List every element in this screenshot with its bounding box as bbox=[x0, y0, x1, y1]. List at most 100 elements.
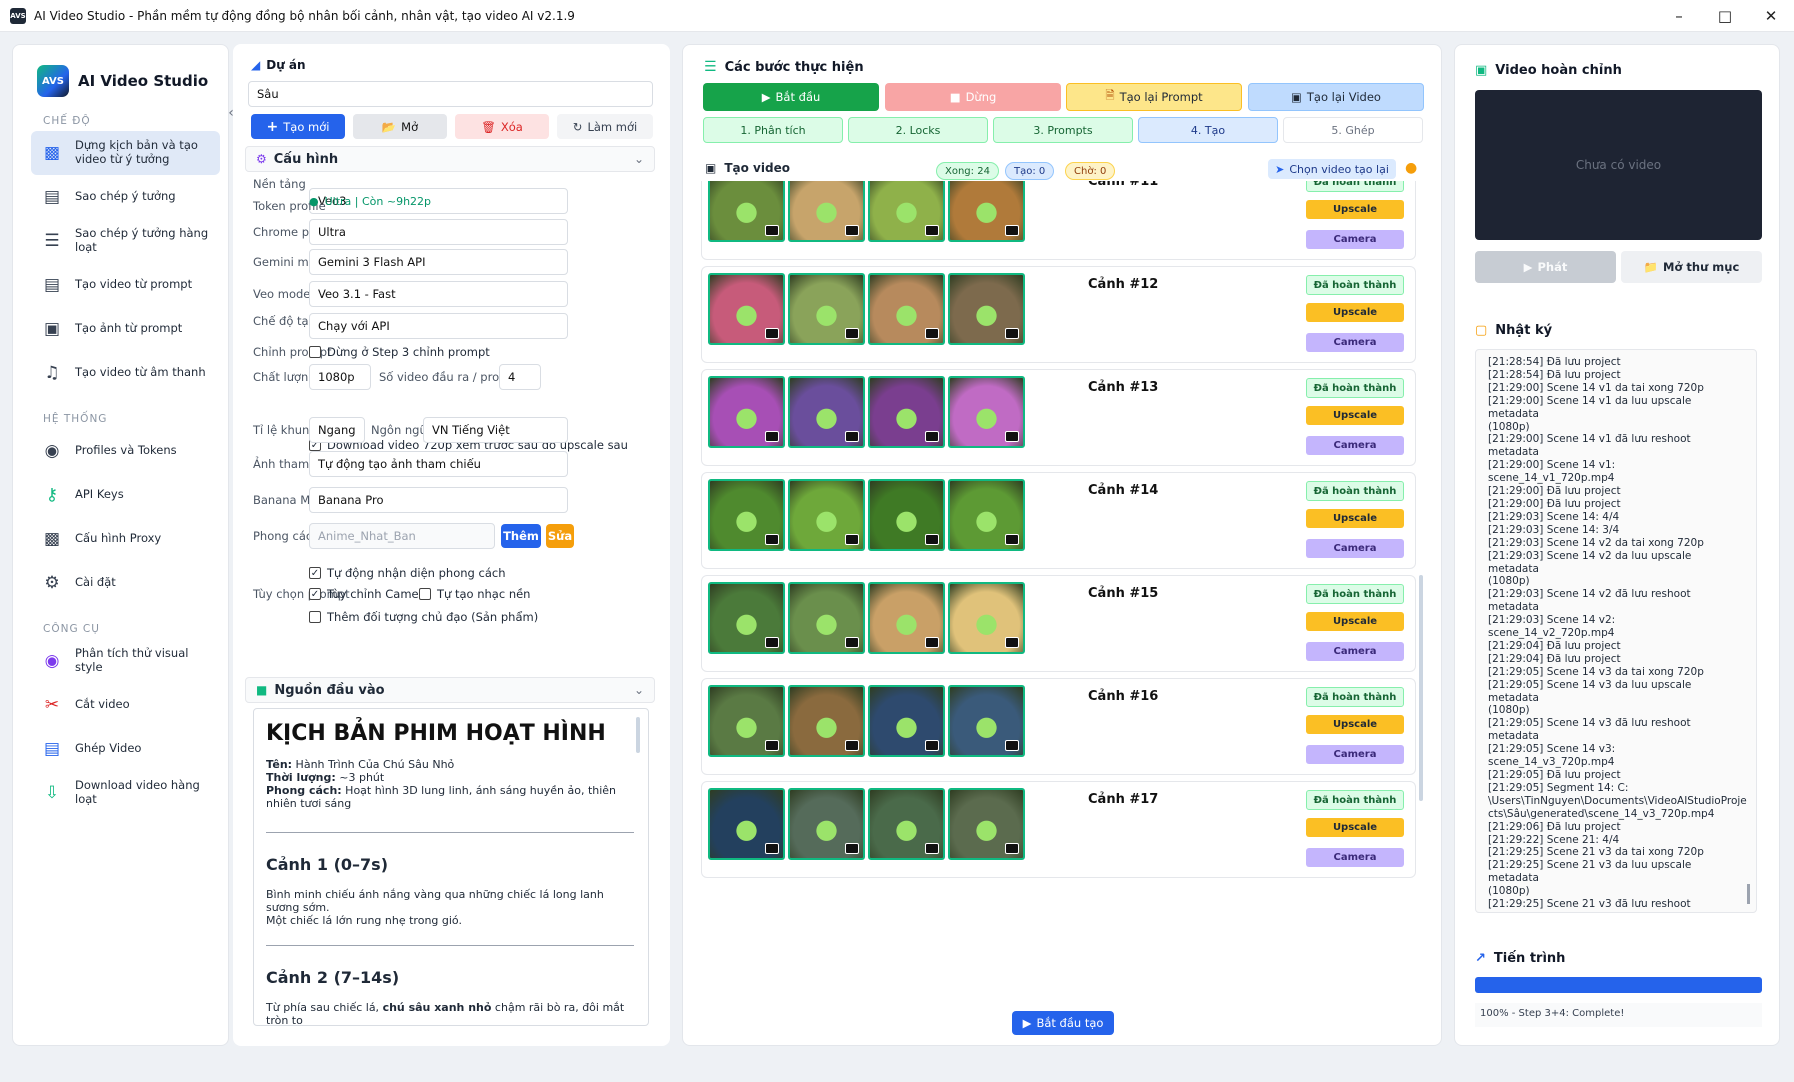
video-thumbnail[interactable] bbox=[788, 685, 865, 757]
mode-select[interactable]: Chạy với API bbox=[309, 313, 568, 339]
step-tab[interactable]: 1. Phân tích bbox=[703, 117, 843, 143]
step-tab[interactable]: 4. Tạo bbox=[1138, 117, 1278, 143]
sidebar-item[interactable]: ✂ Cắt video bbox=[31, 683, 220, 727]
upscale-button[interactable]: Upscale bbox=[1306, 715, 1404, 734]
upscale-button[interactable]: Upscale bbox=[1306, 612, 1404, 631]
video-thumbnail[interactable] bbox=[708, 685, 785, 757]
video-style-input[interactable]: Anime_Nhat_Ban bbox=[309, 523, 495, 549]
video-thumbnail[interactable] bbox=[948, 479, 1025, 551]
scene-list-scrollbar[interactable] bbox=[1419, 575, 1423, 801]
maximize-button[interactable]: □ bbox=[1702, 0, 1748, 32]
reference-image-select[interactable]: Tự động tạo ảnh tham chiếu bbox=[309, 451, 568, 477]
chrome-profile-select[interactable]: Ultra bbox=[309, 219, 568, 245]
video-thumbnail[interactable] bbox=[948, 273, 1025, 345]
play-button[interactable]: ▶ Phát bbox=[1475, 251, 1616, 283]
video-thumbnail[interactable] bbox=[788, 582, 865, 654]
sidebar-item[interactable]: ⚙ Cài đặt bbox=[31, 561, 220, 605]
quality-select[interactable]: 1080p bbox=[309, 364, 371, 390]
sidebar-item[interactable]: ⇩ Download video hàng loạt bbox=[31, 771, 220, 815]
video-thumbnail[interactable] bbox=[708, 788, 785, 860]
camera-button[interactable]: Camera bbox=[1306, 539, 1404, 558]
camera-button[interactable]: Camera bbox=[1306, 436, 1404, 455]
camera-button[interactable]: Camera bbox=[1306, 333, 1404, 352]
sidebar-item[interactable]: ♫ Tạo video từ âm thanh bbox=[31, 351, 220, 395]
add-style-button[interactable]: Thêm bbox=[501, 524, 541, 548]
per-prompt-input[interactable]: 4 bbox=[499, 364, 541, 390]
camera-button[interactable]: Camera bbox=[1306, 848, 1404, 867]
language-select[interactable]: VN Tiếng Việt bbox=[423, 417, 568, 443]
step-tab[interactable]: 3. Prompts bbox=[993, 117, 1133, 143]
video-thumbnail[interactable] bbox=[708, 273, 785, 345]
sidebar-item[interactable]: ▤ Ghép Video bbox=[31, 727, 220, 771]
video-thumbnail[interactable] bbox=[788, 479, 865, 551]
sidebar-item[interactable]: ▤ Tạo video từ prompt bbox=[31, 263, 220, 307]
upscale-button[interactable]: Upscale bbox=[1306, 200, 1404, 219]
video-thumbnail[interactable] bbox=[708, 582, 785, 654]
video-thumbnail[interactable] bbox=[948, 685, 1025, 757]
video-thumbnail[interactable] bbox=[868, 582, 945, 654]
camera-button[interactable]: Camera bbox=[1306, 745, 1404, 764]
sidebar-item[interactable]: ⚷ API Keys bbox=[31, 473, 220, 517]
video-thumbnail[interactable] bbox=[948, 788, 1025, 860]
lightbulb-icon[interactable]: ● bbox=[1405, 160, 1417, 176]
video-thumbnail[interactable] bbox=[788, 788, 865, 860]
sidebar-item[interactable]: ▩ Cấu hình Proxy bbox=[31, 517, 220, 561]
open-folder-button[interactable]: 📁 Mở thư mục bbox=[1621, 251, 1762, 283]
edit-style-button[interactable]: Sửa bbox=[546, 524, 574, 548]
sidebar-item[interactable]: ☰ Sao chép ý tưởng hàng loạt bbox=[31, 219, 220, 263]
video-thumbnail[interactable] bbox=[868, 181, 945, 242]
start-create-button[interactable]: ▶ Bắt đầu tạo bbox=[1012, 1011, 1114, 1035]
log-line: (1080p) bbox=[1488, 420, 1530, 433]
scrollbar[interactable] bbox=[636, 717, 640, 753]
script-editor[interactable]: KỊCH BẢN PHIM HOẠT HÌNH Tên: Hành Trình … bbox=[253, 708, 649, 1026]
sidebar-item[interactable]: ▣ Tạo ảnh từ prompt bbox=[31, 307, 220, 351]
scene-list[interactable]: Cảnh #11 Đã hoàn thành Upscale Camera Cả… bbox=[683, 181, 1443, 999]
start-button[interactable]: ▶ Bắt đầu bbox=[703, 83, 879, 111]
close-button[interactable]: ✕ bbox=[1748, 0, 1794, 32]
minimize-button[interactable]: – bbox=[1656, 0, 1702, 32]
video-thumbnail[interactable] bbox=[948, 582, 1025, 654]
gemini-model-select[interactable]: Gemini 3 Flash API bbox=[309, 249, 568, 275]
log-box[interactable]: [21:28:54] Đã lưu project [21:28:54] Đã l… bbox=[1475, 349, 1757, 913]
redo-prompt-button[interactable]: 🗎 Tạo lại Prompt bbox=[1066, 83, 1242, 111]
redo-video-button[interactable]: ▣ Tạo lại Video bbox=[1248, 83, 1424, 111]
source-section-header[interactable]: ■ Nguồn đầu vào ⌄ bbox=[245, 677, 655, 703]
veo-model-select[interactable]: Veo 3.1 - Fast bbox=[309, 281, 568, 307]
upscale-button[interactable]: Upscale bbox=[1306, 406, 1404, 425]
stop-button[interactable]: ■ Dừng bbox=[885, 83, 1061, 111]
upscale-button[interactable]: Upscale bbox=[1306, 303, 1404, 322]
sidebar-item[interactable]: ◉ Profiles và Tokens bbox=[31, 429, 220, 473]
auto-style-checkbox[interactable]: ✓ Tự động nhận diện phong cách bbox=[309, 565, 505, 581]
camera-checkbox[interactable]: ✓ Tùy chỉnh Camera bbox=[309, 586, 430, 602]
camera-button[interactable]: Camera bbox=[1306, 230, 1404, 249]
upscale-button[interactable]: Upscale bbox=[1306, 509, 1404, 528]
step-tab[interactable]: 5. Ghép bbox=[1283, 117, 1423, 143]
log-scrollbar[interactable] bbox=[1747, 884, 1750, 904]
sidebar-item[interactable]: ▤ Sao chép ý tưởng bbox=[31, 175, 220, 219]
product-checkbox[interactable]: Thêm đối tượng chủ đạo (Sản phẩm) bbox=[309, 609, 538, 625]
video-thumbnail[interactable] bbox=[868, 788, 945, 860]
video-thumbnail[interactable] bbox=[948, 181, 1025, 242]
ratio-select[interactable]: Ngang bbox=[309, 417, 365, 443]
banana-model-select[interactable]: Banana Pro bbox=[309, 487, 568, 513]
video-preview[interactable]: Chưa có video bbox=[1475, 90, 1762, 240]
video-thumbnail[interactable] bbox=[708, 479, 785, 551]
sidebar-item[interactable]: ◉ Phân tích thử visual style bbox=[31, 639, 220, 683]
edit-prompt-checkbox[interactable]: Dừng ở Step 3 chỉnh prompt bbox=[309, 344, 490, 360]
video-thumbnail[interactable] bbox=[788, 376, 865, 448]
step-tab[interactable]: 2. Locks bbox=[848, 117, 988, 143]
sidebar-item[interactable]: ▩ Dựng kịch bản và tạo video từ ý tưởng bbox=[31, 131, 220, 175]
upscale-button[interactable]: Upscale bbox=[1306, 818, 1404, 837]
music-checkbox[interactable]: Tự tạo nhạc nền bbox=[419, 586, 530, 602]
video-thumbnail[interactable] bbox=[868, 376, 945, 448]
video-thumbnail[interactable] bbox=[788, 273, 865, 345]
video-thumbnail[interactable] bbox=[948, 376, 1025, 448]
video-thumbnail[interactable] bbox=[788, 181, 865, 242]
pick-redo-video-button[interactable]: ➤ Chọn video tạo lại bbox=[1268, 159, 1396, 179]
camera-button[interactable]: Camera bbox=[1306, 642, 1404, 661]
video-thumbnail[interactable] bbox=[868, 273, 945, 345]
video-thumbnail[interactable] bbox=[708, 376, 785, 448]
video-thumbnail[interactable] bbox=[868, 685, 945, 757]
video-thumbnail[interactable] bbox=[708, 181, 785, 242]
video-thumbnail[interactable] bbox=[868, 479, 945, 551]
